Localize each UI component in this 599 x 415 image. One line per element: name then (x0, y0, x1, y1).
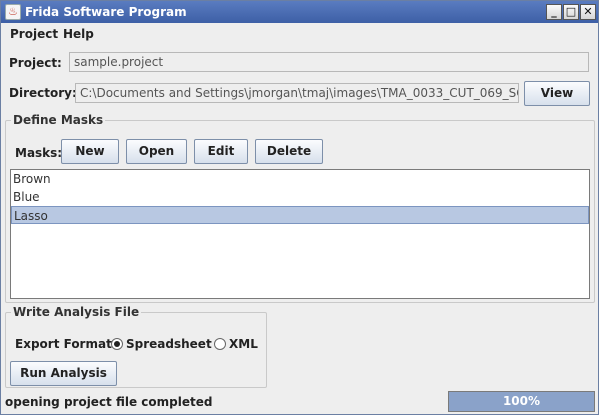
progress-text: 100% (502, 394, 541, 408)
write-analysis-title: Write Analysis File (11, 305, 142, 319)
mask-list-item-lasso[interactable]: Lasso (11, 206, 589, 224)
export-format-label: Export Format: (15, 337, 117, 351)
masks-label: Masks: (15, 146, 63, 160)
delete-mask-button[interactable]: Delete (255, 139, 323, 164)
edit-mask-button[interactable]: Edit (194, 139, 248, 164)
progress-bar: 100% (448, 391, 595, 412)
define-masks-title: Define Masks (11, 113, 106, 127)
menu-project[interactable]: Project (10, 27, 58, 41)
run-analysis-button[interactable]: Run Analysis (10, 361, 117, 386)
title-bar[interactable]: ♨ Frida Software Program _ □ ✕ (1, 1, 598, 23)
open-mask-button[interactable]: Open (126, 139, 187, 164)
spreadsheet-radio[interactable] (111, 338, 123, 350)
java-cup-icon: ♨ (5, 4, 21, 20)
new-mask-button[interactable]: New (61, 139, 119, 164)
xml-radio[interactable] (214, 338, 226, 350)
mask-list-item-brown[interactable]: Brown (11, 170, 589, 188)
app-window: ♨ Frida Software Program _ □ ✕ Project H… (0, 0, 599, 415)
spreadsheet-radio-label[interactable]: Spreadsheet (126, 337, 212, 351)
mask-list-item-blue[interactable]: Blue (11, 188, 589, 206)
directory-label: Directory: (9, 86, 77, 100)
maximize-button[interactable]: □ (563, 4, 579, 20)
status-message: opening project file completed (5, 395, 213, 409)
menu-bar: Project Help (1, 23, 598, 45)
directory-field: C:\Documents and Settings\jmorgan\tmaj\i… (75, 83, 519, 103)
window-title: Frida Software Program (25, 5, 187, 19)
xml-radio-label[interactable]: XML (229, 337, 258, 351)
minimize-button[interactable]: _ (546, 4, 562, 20)
project-label: Project: (9, 56, 62, 70)
menu-help[interactable]: Help (63, 27, 94, 41)
mask-list[interactable]: Brown Blue Lasso (10, 169, 590, 299)
project-field: sample.project (69, 52, 589, 72)
close-button[interactable]: ✕ (580, 4, 596, 20)
view-button[interactable]: View (524, 81, 590, 106)
